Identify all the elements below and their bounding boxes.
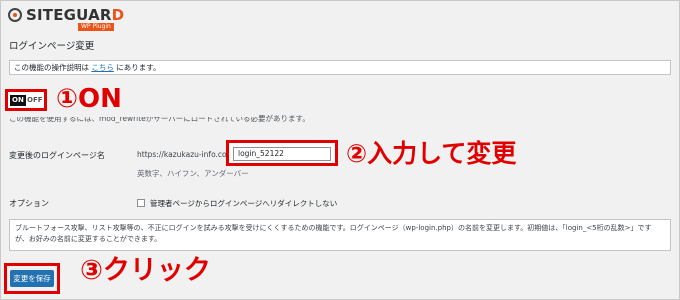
url-prefix: https://kazukazu-info.com/ <box>137 150 237 159</box>
overlay-cover <box>9 111 259 117</box>
notice-suffix: にあります。 <box>113 63 161 72</box>
toggle-off-label: OFF <box>27 96 43 104</box>
redirect-checkbox-label[interactable]: 管理者ページからログインページへリダイレクトしない <box>150 198 337 209</box>
feature-description: ブルートフォース攻撃、リスト攻撃等の、不正にログインを試みる攻撃を受けにくくする… <box>9 219 671 251</box>
input-hint: 英数字、ハイフン、アンダーバー <box>137 169 249 178</box>
login-page-label: 変更後のログインページ名 <box>9 151 105 160</box>
logo-text: SITEGUARD <box>26 6 125 24</box>
help-notice: この機能の操作説明は こちら にあります。 <box>9 60 671 75</box>
notice-prefix: この機能の操作説明は <box>14 63 92 72</box>
feature-toggle[interactable]: ON OFF <box>5 89 47 111</box>
options-label: オプション <box>9 199 49 208</box>
siteguard-logo: SITEGUARD WP Plugin <box>8 6 126 32</box>
logo-mark-icon <box>8 8 22 22</box>
help-link[interactable]: こちら <box>91 63 114 72</box>
logo-subtitle: WP Plugin <box>78 23 114 31</box>
save-button[interactable]: 変更を保存 <box>10 270 54 287</box>
login-page-name-input[interactable]: login_52122 <box>233 147 331 161</box>
toggle-on-label: ON <box>10 95 26 106</box>
page-title: ログインページ変更 <box>9 41 95 52</box>
annotation-step2: ②入力して変更 <box>346 139 517 168</box>
annotation-step3: ③クリック <box>80 255 211 286</box>
annotation-step1: ①ON <box>56 84 122 114</box>
redirect-checkbox[interactable] <box>137 199 145 207</box>
